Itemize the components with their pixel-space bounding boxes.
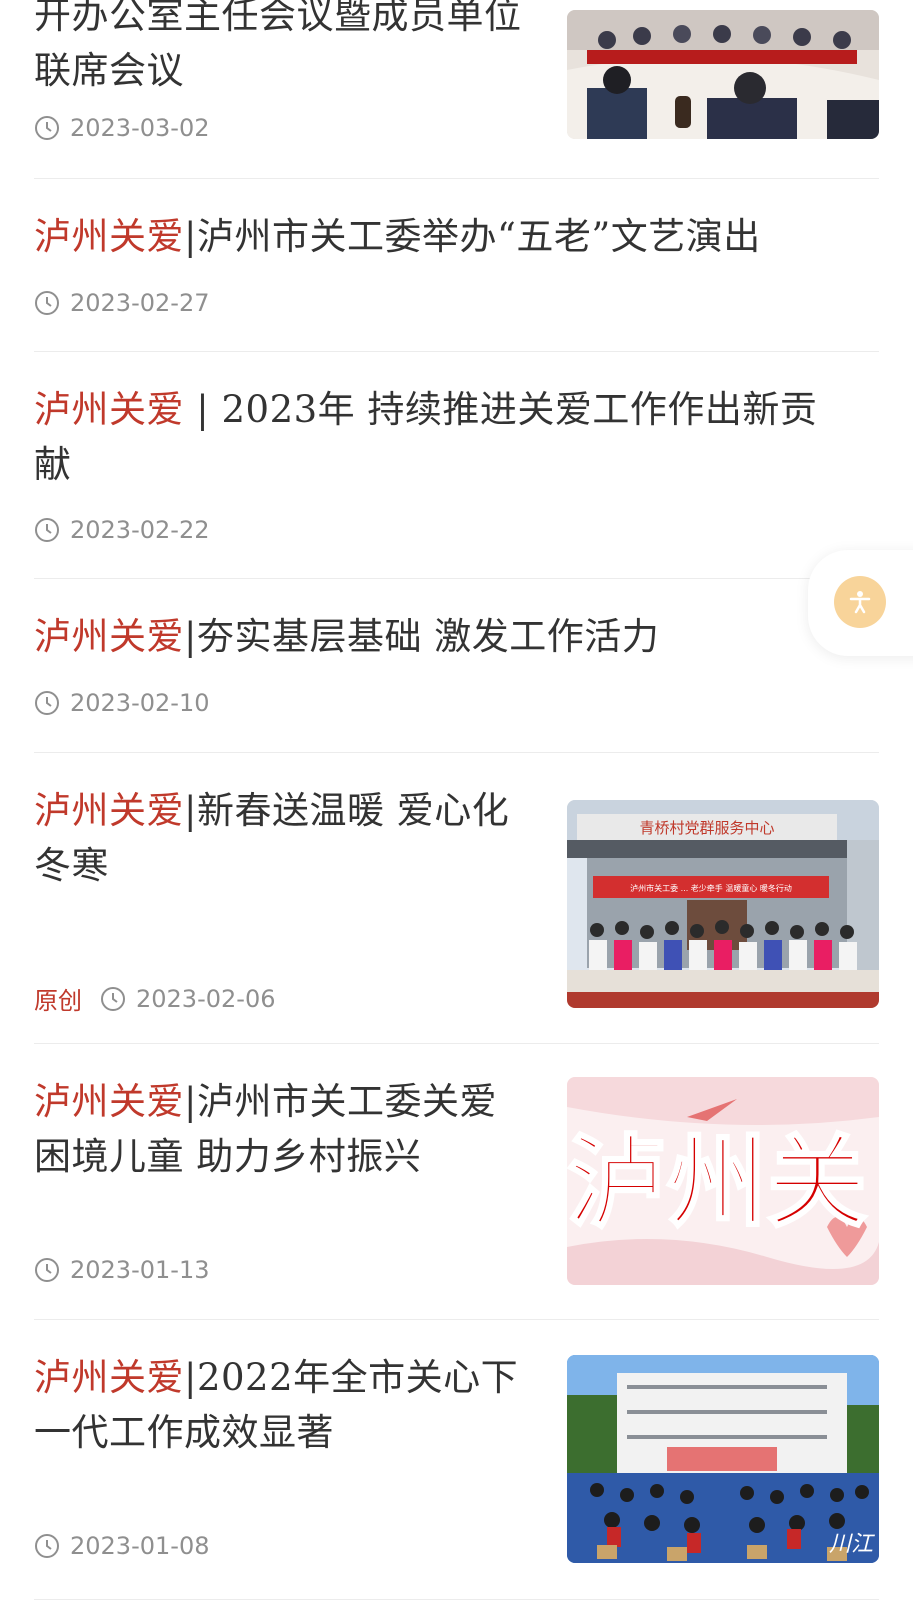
- article-tag: 泸州关爱: [34, 1356, 184, 1399]
- accessibility-button[interactable]: [834, 576, 886, 628]
- article-date: 2023-02-06: [136, 984, 276, 1013]
- article-meta: 2023-02-27: [34, 289, 209, 317]
- news-feed: 开办公室主任会议暨成员单位联席会议 2023-03-02 泸州关爱|泸州市关工委…: [0, 0, 913, 1600]
- article-title[interactable]: 泸州关爱|泸州市关工委举办“五老”文艺演出: [34, 209, 879, 264]
- article-title[interactable]: 开办公室主任会议暨成员单位联席会议: [34, 0, 534, 98]
- original-label: 原创: [34, 987, 82, 1015]
- school-assembly-photo[interactable]: 川江: [567, 1355, 879, 1563]
- article-meta: 原创 2023-02-06: [34, 981, 275, 1016]
- article-date: 2023-01-08: [70, 1532, 210, 1560]
- service-center-group-photo[interactable]: 青桥村党群服务中心 泸州市关工委 ... 老少牵手 温暖童心 暖冬行动: [567, 800, 879, 1008]
- article-date: 2023-03-02: [70, 114, 210, 142]
- article-item[interactable]: 泸州关爱|泸州市关工委举办“五老”文艺演出 2023-02-27: [34, 179, 879, 352]
- article-item[interactable]: 泸州关爱|新春送温暖 爱心化冬寒 原创 2023-02-06 青桥村党群服务中心…: [34, 753, 879, 1044]
- article-tag: 泸州关爱: [34, 615, 184, 658]
- article-meta: 2023-03-02: [34, 114, 209, 142]
- article-tag: 泸州关爱: [34, 388, 184, 431]
- article-tag: 泸州关爱: [34, 789, 184, 832]
- article-meta: 2023-01-08: [34, 1532, 209, 1560]
- article-date: 2023-02-27: [70, 289, 210, 317]
- article-tag: 泸州关爱: [34, 1080, 184, 1123]
- article-date: 2023-01-13: [70, 1256, 210, 1284]
- banner-title-text: 泸州关: [567, 1123, 867, 1241]
- article-title[interactable]: 泸州关爱|夯实基层基础 激发工作活力: [34, 609, 879, 664]
- article-date: 2023-02-10: [70, 689, 210, 717]
- article-meta: 2023-02-22: [34, 516, 209, 544]
- article-item[interactable]: 泸州关爱 | 2023年 持续推进关爱工作作出新贡献 2023-02-22: [34, 352, 879, 579]
- article-title-text: |夯实基层基础 激发工作活力: [184, 615, 660, 658]
- luzhou-guanai-banner[interactable]: 泸州关: [567, 1077, 879, 1285]
- article-title[interactable]: 泸州关爱|新春送温暖 爱心化冬寒: [34, 783, 534, 893]
- clock-icon: [35, 1258, 59, 1282]
- clock-icon: [35, 518, 59, 542]
- article-item[interactable]: 开办公室主任会议暨成员单位联席会议 2023-03-02: [34, 0, 879, 179]
- image-watermark: 川江: [829, 1532, 875, 1557]
- meeting-photo[interactable]: [567, 10, 879, 139]
- article-title-text: |泸州市关工委举办“五老”文艺演出: [184, 215, 761, 258]
- clock-icon: [35, 116, 59, 140]
- clock-icon: [35, 1534, 59, 1558]
- clock-icon: [35, 691, 59, 715]
- article-title[interactable]: 泸州关爱|2022年全市关心下一代工作成效显著: [34, 1350, 534, 1460]
- article-item[interactable]: 泸州关爱|泸州市关工委关爱困境儿童 助力乡村振兴 2023-01-13 泸州关: [34, 1044, 879, 1320]
- clock-icon: [35, 291, 59, 315]
- article-meta: 2023-02-10: [34, 689, 209, 717]
- article-title[interactable]: 泸州关爱|泸州市关工委关爱困境儿童 助力乡村振兴: [34, 1074, 534, 1184]
- article-meta: 2023-01-13: [34, 1256, 209, 1284]
- article-item[interactable]: 泸州关爱|2022年全市关心下一代工作成效显著 2023-01-08 川江: [34, 1320, 879, 1600]
- article-tag: 泸州关爱: [34, 215, 184, 258]
- article-title[interactable]: 泸州关爱 | 2023年 持续推进关爱工作作出新贡献: [34, 382, 854, 492]
- accessibility-icon: [849, 591, 871, 614]
- article-item[interactable]: 泸州关爱|夯实基层基础 激发工作活力 2023-02-10: [34, 579, 879, 753]
- article-date: 2023-02-22: [70, 516, 210, 544]
- service-center-sign: 青桥村党群服务中心: [639, 819, 774, 837]
- clock-icon: [101, 986, 125, 1011]
- activity-banner-text: 泸州市关工委 ... 老少牵手 温暖童心 暖冬行动: [630, 883, 792, 893]
